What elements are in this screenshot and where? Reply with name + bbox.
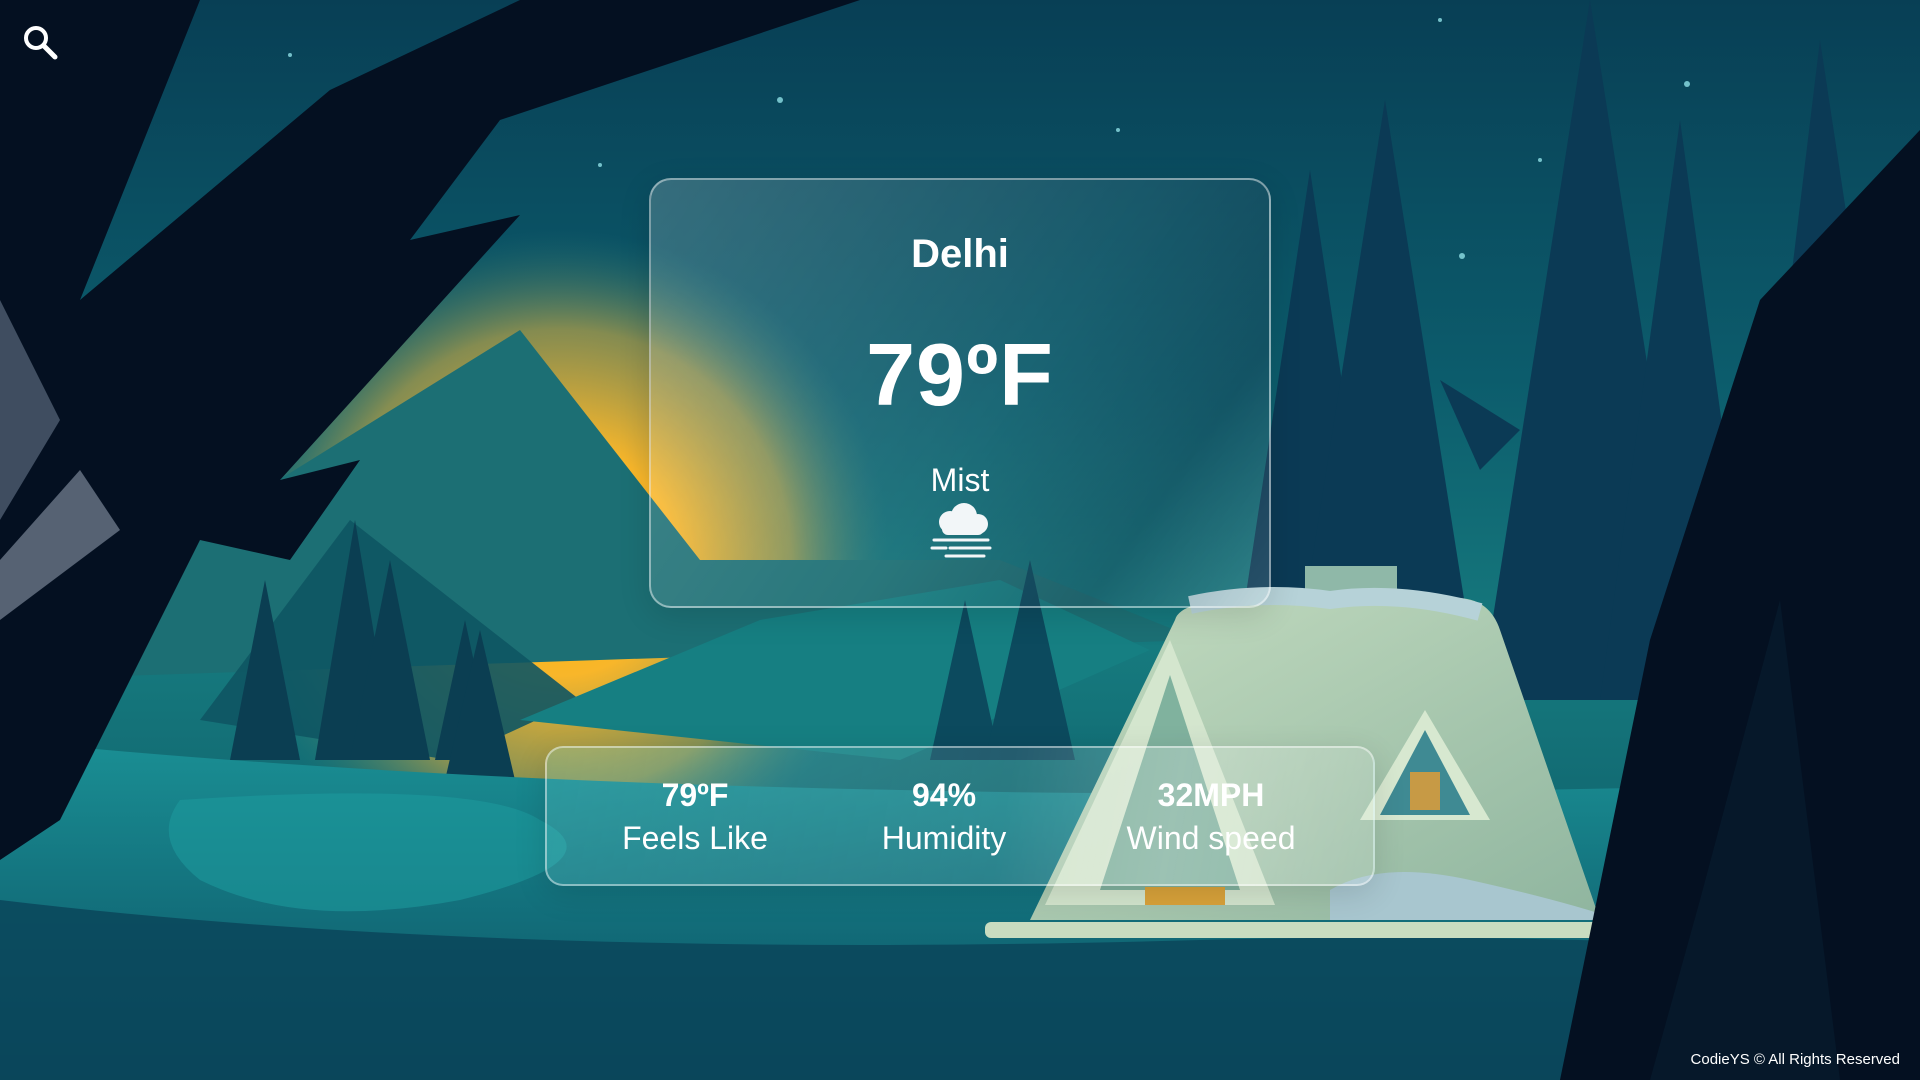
wind-speed-stat: 32MPH Wind speed	[1101, 774, 1321, 860]
humidity-value: 94%	[911, 777, 977, 813]
search-button[interactable]	[20, 22, 60, 62]
humidity-stat: 94% Humidity	[834, 774, 1054, 860]
humidity-label: Humidity	[881, 820, 1007, 856]
weather-stats-card: 79ºF Feels Like 94% Humidity 32MPH Wind …	[545, 746, 1375, 886]
feels-like-stat: 79ºF Feels Like	[585, 774, 805, 860]
weather-card: Delhi 79ºF Mist	[649, 178, 1271, 608]
wind-speed-value: 32MPH	[1157, 777, 1265, 813]
city-name: Delhi	[911, 232, 1009, 276]
wind-speed-label: Wind speed	[1126, 820, 1296, 856]
footer-copyright: CodieYS © All Rights Reserved	[1690, 1051, 1900, 1068]
current-temperature: 79ºF	[866, 325, 1054, 424]
feels-like-value: 79ºF	[661, 777, 729, 813]
weather-condition: Mist	[930, 462, 990, 498]
feels-like-label: Feels Like	[622, 820, 768, 856]
search-icon	[24, 26, 58, 60]
mist-icon	[928, 502, 994, 560]
